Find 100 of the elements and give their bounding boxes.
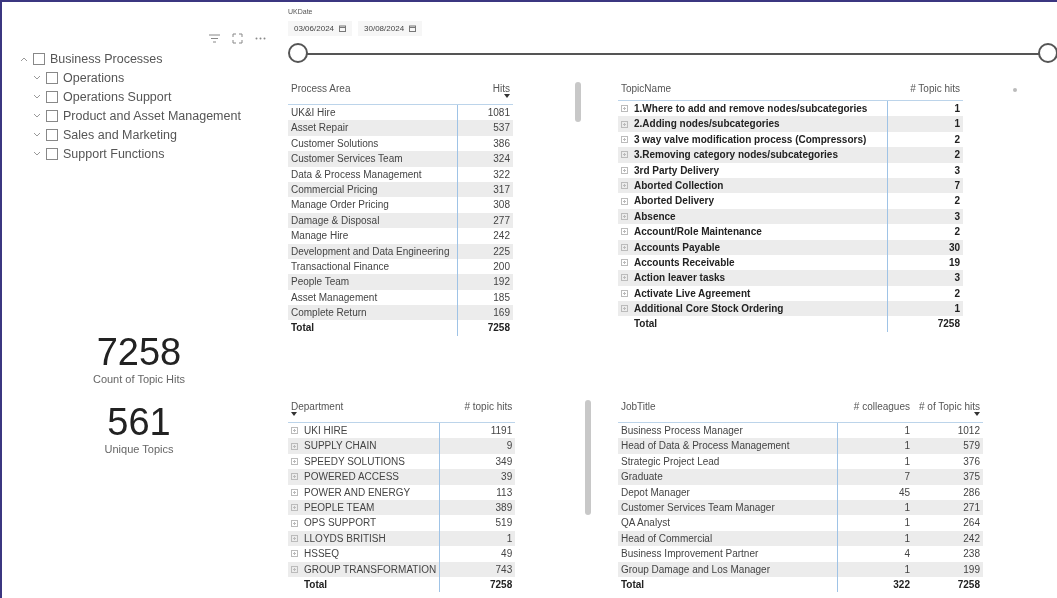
expand-icon [621,305,628,313]
table-cell: 39 [440,469,516,485]
slider-handle[interactable] [1038,43,1057,63]
table-cell: 537 [458,120,513,136]
table-cell: Manage Order Pricing [288,197,458,213]
table-cell: Asset Repair [288,120,458,136]
caret-down-icon[interactable] [33,132,41,138]
table-cell: 1 [838,438,913,454]
expand-icon [621,166,628,174]
table-cell: Action leaver tasks [618,270,888,286]
table-cell: People Team [288,274,458,290]
filter-icon[interactable] [209,33,220,43]
card-value: 561 [107,401,171,443]
table-cell: 1 [888,116,963,132]
table-cell: 3.Removing category nodes/subcategories [618,147,888,163]
table-cell: POWERED ACCESS [288,469,441,485]
caret-down-icon[interactable] [33,94,41,100]
scrollbar[interactable] [575,82,581,122]
table-cell: 1 [888,301,963,317]
expand-icon [291,504,298,512]
table-cell: Manage Hire [288,228,458,244]
tree-item-label[interactable]: Business Processes [50,52,163,66]
more-options-icon[interactable] [255,36,266,40]
focus-mode-icon[interactable] [232,32,243,44]
total-cell: Total [288,320,458,336]
checkbox[interactable] [46,129,58,141]
card-label: Unique Topics [104,443,174,455]
expand-icon [621,120,628,128]
table-cell: 1.Where to add and remove nodes/subcategories [618,101,888,117]
expand-icon [621,182,628,190]
expand-icon [291,519,298,527]
tree-item-label[interactable]: Sales and Marketing [63,128,177,142]
expand-icon [621,228,628,236]
table-cell: 324 [458,151,513,167]
expand-icon [291,457,298,465]
table-cell: Head of Data & Process Management [618,438,838,454]
table-cell: OPS SUPPORT [288,515,441,531]
expand-icon [621,151,628,159]
scrollbar[interactable] [585,400,592,515]
table-cell: 169 [458,305,513,321]
sort-arrow-icon [974,412,980,416]
table-cell: Business Improvement Partner [618,546,838,562]
table-cell: 579 [913,438,983,454]
table-cell: Account/Role Maintenance [618,224,888,240]
table-cell: 2 [888,147,963,163]
caret-up-icon[interactable] [20,56,28,62]
checkbox[interactable] [46,72,58,84]
expand-icon [621,259,628,267]
sort-arrow-icon [504,94,510,98]
expand-icon [291,442,298,450]
expand-icon [291,534,298,542]
table-cell: Customer Services Team [288,151,458,167]
expand-icon [291,488,298,496]
expand-icon [621,243,628,251]
tree-item-label[interactable]: Support Functions [63,147,165,161]
card-value: 7258 [96,331,182,373]
tree-item-label[interactable]: Operations Support [63,90,172,104]
expand-icon [291,473,298,481]
table-cell: 375 [913,469,983,485]
expand-icon [621,135,628,143]
table-cell: 2.Adding nodes/subcategories [618,116,888,132]
checkbox[interactable] [46,148,58,160]
checkbox[interactable] [33,53,45,65]
checkbox[interactable] [46,110,58,122]
dot-icon [1013,88,1017,92]
calendar-icon [409,25,417,32]
expand-icon [291,427,298,435]
table-cell: 192 [458,274,513,290]
expand-icon [621,212,628,220]
expand-icon [621,105,628,113]
tree-item-label[interactable]: Operations [63,71,125,85]
start-date-field[interactable]: 03/06/2024 [288,21,353,36]
expand-icon [621,274,628,282]
expand-icon [291,565,298,573]
table-cell: QA Analyst [618,515,838,531]
tree-item-label[interactable]: Product and Asset Management [63,109,241,123]
sort-arrow-icon [291,412,297,416]
caret-down-icon[interactable] [33,151,41,157]
calendar-icon [339,25,347,32]
table-cell: UK&I Hire [288,105,458,121]
table-cell: UKI HIRE [288,423,441,439]
checkbox[interactable] [46,91,58,103]
expand-icon [291,550,298,558]
table-cell: HSSEQ [288,546,441,562]
end-date-field[interactable]: 30/08/2024 [358,21,423,36]
expand-icon [621,289,628,297]
caret-down-icon[interactable] [33,113,41,119]
table-cell: 3 [888,270,963,286]
card-label: Count of Topic Hits [92,373,186,385]
table-cell: 7 [838,469,913,485]
table-cell: SUPPLY CHAIN [288,438,441,454]
table-cell: Additional Core Stock Ordering [618,301,888,317]
table-cell: 9 [440,438,516,454]
expand-icon [621,197,628,205]
caret-down-icon[interactable] [33,75,41,81]
slider-handle[interactable] [288,43,308,63]
table-cell: Complete Return [288,305,458,321]
table-cell: Aborted Delivery [618,193,888,209]
table-cell: Graduate [618,469,838,485]
table-cell: Business Process Manager [618,423,838,439]
